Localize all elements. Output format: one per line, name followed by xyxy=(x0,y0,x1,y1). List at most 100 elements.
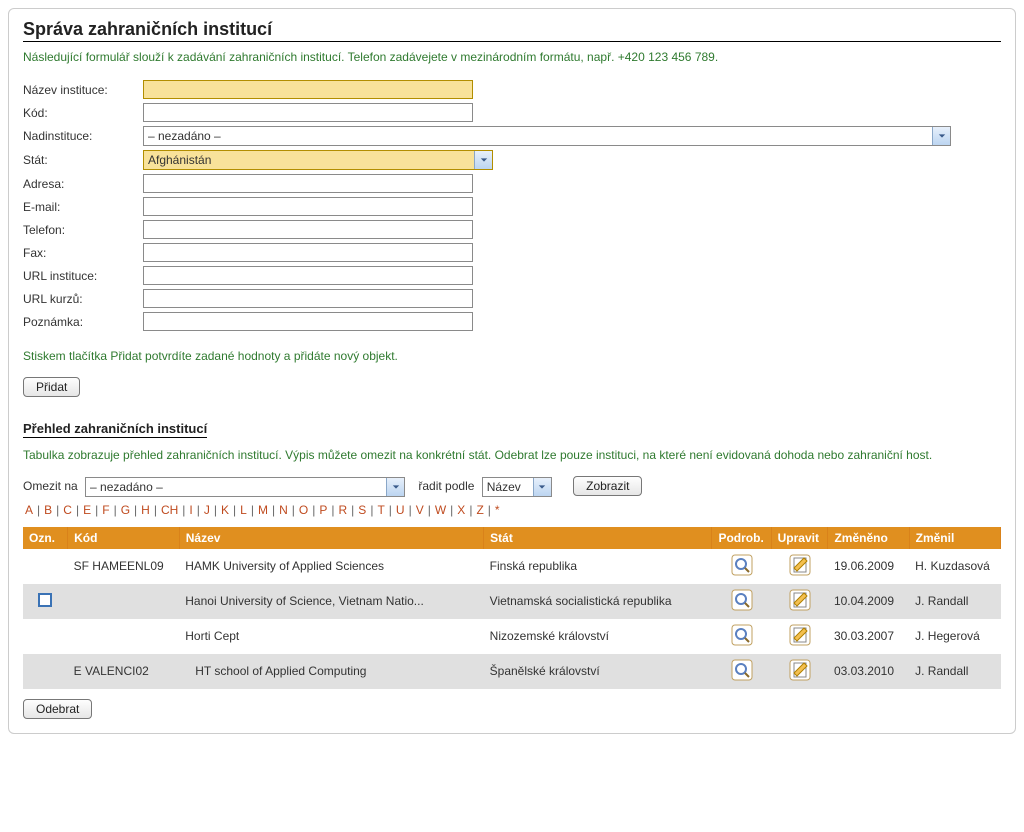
separator: | xyxy=(214,503,217,517)
label-nadinstituce: Nadinstituce: xyxy=(23,129,143,143)
label-email: E-mail: xyxy=(23,200,143,214)
table-row: Horti CeptNizozemské království30.03.200… xyxy=(23,619,1001,654)
cell-stat: Španělské království xyxy=(484,654,712,689)
alpha-letter[interactable]: K xyxy=(221,503,229,517)
select-limit[interactable]: – nezadáno – xyxy=(85,477,405,497)
sort-label: řadit podle xyxy=(418,479,474,493)
alpha-letter[interactable]: I xyxy=(189,503,192,517)
alpha-letter[interactable]: T xyxy=(377,503,384,517)
cell-nazev: HAMK University of Applied Sciences xyxy=(179,549,483,584)
alpha-letter[interactable]: * xyxy=(495,503,500,517)
chevron-down-icon xyxy=(386,478,404,496)
filter-row: Omezit na – nezadáno – řadit podle Název… xyxy=(23,476,1001,497)
separator: | xyxy=(292,503,295,517)
details-icon[interactable] xyxy=(731,624,753,646)
cell-zmeneno: 03.03.2010 xyxy=(828,654,909,689)
alpha-letter[interactable]: B xyxy=(44,503,52,517)
limit-label: Omezit na xyxy=(23,479,78,493)
label-nazev: Název instituce: xyxy=(23,83,143,97)
label-adresa: Adresa: xyxy=(23,177,143,191)
cell-stat: Nizozemské království xyxy=(484,619,712,654)
input-poznamka[interactable] xyxy=(143,312,473,331)
separator: | xyxy=(488,503,491,517)
input-telefon[interactable] xyxy=(143,220,473,239)
alpha-letter[interactable]: M xyxy=(258,503,268,517)
input-kod[interactable] xyxy=(143,103,473,122)
input-adresa[interactable] xyxy=(143,174,473,193)
institution-form: Název instituce: Kód: Nadinstituce: – ne… xyxy=(23,78,1001,333)
cell-zmeneno: 30.03.2007 xyxy=(828,619,909,654)
col-ozn[interactable]: Ozn. xyxy=(23,527,68,549)
alpha-letter[interactable]: L xyxy=(240,503,247,517)
alpha-letter[interactable]: U xyxy=(396,503,405,517)
input-fax[interactable] xyxy=(143,243,473,262)
alpha-letter[interactable]: W xyxy=(435,503,446,517)
alpha-letter[interactable]: J xyxy=(204,503,210,517)
page-title: Správa zahraničních institucí xyxy=(23,19,1001,42)
select-stat[interactable]: Afghánistán xyxy=(143,150,493,170)
alpha-letter[interactable]: R xyxy=(339,503,348,517)
col-kod[interactable]: Kód xyxy=(68,527,180,549)
separator: | xyxy=(370,503,373,517)
add-button[interactable]: Přidat xyxy=(23,377,80,397)
edit-icon[interactable] xyxy=(789,554,811,576)
alpha-letter[interactable]: P xyxy=(319,503,327,517)
select-nadinstituce-value: – nezadáno – xyxy=(148,129,221,143)
edit-icon[interactable] xyxy=(789,659,811,681)
col-upravit[interactable]: Upravit xyxy=(771,527,828,549)
alpha-letter[interactable]: V xyxy=(416,503,424,517)
alpha-letter[interactable]: Z xyxy=(476,503,483,517)
alpha-letter[interactable]: O xyxy=(299,503,308,517)
input-url-kurzu[interactable] xyxy=(143,289,473,308)
details-icon[interactable] xyxy=(731,659,753,681)
row-checkbox[interactable] xyxy=(38,593,52,607)
select-stat-value: Afghánistán xyxy=(148,153,211,167)
label-kod: Kód: xyxy=(23,106,143,120)
input-nazev[interactable] xyxy=(143,80,473,99)
show-button[interactable]: Zobrazit xyxy=(573,476,642,496)
input-url-instituce[interactable] xyxy=(143,266,473,285)
alpha-letter[interactable]: A xyxy=(25,503,33,517)
details-icon[interactable] xyxy=(731,589,753,611)
remove-button[interactable]: Odebrat xyxy=(23,699,92,719)
label-fax: Fax: xyxy=(23,246,143,260)
input-email[interactable] xyxy=(143,197,473,216)
select-limit-value: – nezadáno – xyxy=(90,480,163,494)
col-nazev[interactable]: Název xyxy=(179,527,483,549)
separator: | xyxy=(134,503,137,517)
col-podrob[interactable]: Podrob. xyxy=(712,527,771,549)
details-icon[interactable] xyxy=(731,554,753,576)
label-url-kurzu: URL kurzů: xyxy=(23,292,143,306)
alpha-letter[interactable]: C xyxy=(63,503,72,517)
cell-zmenil: J. Randall xyxy=(909,584,1000,619)
alpha-letter[interactable]: S xyxy=(358,503,366,517)
alpha-letter[interactable]: CH xyxy=(161,503,178,517)
cell-stat: Vietnamská socialistická republika xyxy=(484,584,712,619)
label-stat: Stát: xyxy=(23,153,143,167)
alpha-letter[interactable]: F xyxy=(102,503,109,517)
separator: | xyxy=(182,503,185,517)
separator: | xyxy=(76,503,79,517)
col-zmeneno[interactable]: Změněno xyxy=(828,527,909,549)
alpha-filter-row: A|B|C|E|F|G|H|CH|I|J|K|L|M|N|O|P|R|S|T|U… xyxy=(23,503,1001,517)
alpha-letter[interactable]: N xyxy=(279,503,288,517)
col-zmenil[interactable]: Změnil xyxy=(909,527,1000,549)
edit-icon[interactable] xyxy=(789,589,811,611)
cell-zmenil: J. Hegerová xyxy=(909,619,1000,654)
separator: | xyxy=(37,503,40,517)
alpha-letter[interactable]: X xyxy=(457,503,465,517)
label-url-instituce: URL instituce: xyxy=(23,269,143,283)
institutions-table: Ozn. Kód Název Stát Podrob. Upravit Změn… xyxy=(23,527,1001,689)
separator: | xyxy=(251,503,254,517)
alpha-letter[interactable]: H xyxy=(141,503,150,517)
separator: | xyxy=(469,503,472,517)
select-sort[interactable]: Název xyxy=(482,477,552,497)
table-row: Hanoi University of Science, Vietnam Nat… xyxy=(23,584,1001,619)
submit-hint: Stiskem tlačítka Přidat potvrdíte zadané… xyxy=(23,349,1001,363)
select-nadinstituce[interactable]: – nezadáno – xyxy=(143,126,951,146)
separator: | xyxy=(95,503,98,517)
alpha-letter[interactable]: E xyxy=(83,503,91,517)
edit-icon[interactable] xyxy=(789,624,811,646)
alpha-letter[interactable]: G xyxy=(121,503,130,517)
col-stat[interactable]: Stát xyxy=(484,527,712,549)
